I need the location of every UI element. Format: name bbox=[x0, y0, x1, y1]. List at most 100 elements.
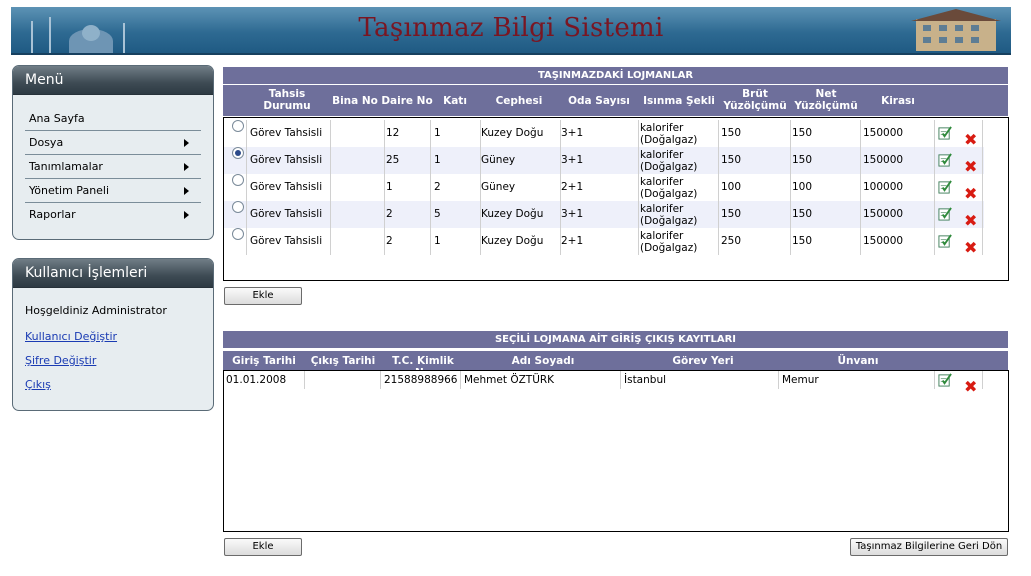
menu-item-yonetim-paneli[interactable]: Yönetim Paneli bbox=[25, 179, 201, 203]
record-row[interactable]: 01.01.2008 21588988966 Mehmet ÖZTÜRK İstanb… bbox=[224, 371, 984, 396]
row-select-radio[interactable] bbox=[232, 228, 244, 240]
cell-separator bbox=[330, 120, 331, 147]
row-select-radio[interactable] bbox=[232, 201, 244, 213]
edit-icon[interactable] bbox=[938, 180, 952, 194]
cell-separator bbox=[982, 174, 983, 201]
cell-separator bbox=[934, 120, 935, 147]
row-select-radio[interactable] bbox=[232, 174, 244, 186]
cell-separator bbox=[934, 147, 935, 174]
cell-ad: Mehmet ÖZTÜRK bbox=[464, 374, 555, 386]
cell-separator bbox=[790, 228, 791, 255]
delete-icon[interactable]: ✖ bbox=[964, 373, 977, 400]
cell-cephe: Kuzey Doğu bbox=[481, 208, 544, 220]
cell-isinma: kalorifer (Doğalgaz) bbox=[640, 149, 698, 173]
change-password-link[interactable]: Şifre Değiştir bbox=[25, 354, 201, 367]
cell-cephe: Güney bbox=[481, 154, 516, 166]
lodging-row[interactable]: Görev Tahsisli 1 2 Güney 2+1 kalorifer (Doğal… bbox=[224, 174, 984, 203]
cell-separator bbox=[430, 120, 431, 147]
cell-separator bbox=[982, 371, 983, 389]
row-select-radio[interactable] bbox=[232, 147, 244, 159]
cell-separator bbox=[384, 147, 385, 174]
cell-separator bbox=[790, 147, 791, 174]
cell-separator bbox=[718, 228, 719, 255]
lodgings-add-button[interactable]: Ekle bbox=[224, 287, 302, 305]
lodging-row[interactable]: Görev Tahsisli 2 1 Kuzey Doğu 2+1 kalorifer (… bbox=[224, 228, 984, 257]
menu-item-label: Ana Sayfa bbox=[29, 112, 85, 125]
cell-separator bbox=[860, 201, 861, 228]
cell-oda: 3+1 bbox=[561, 154, 584, 166]
col-tahsis: Tahsis Durumu bbox=[263, 88, 311, 112]
cell-isinma: kalorifer (Doğalgaz) bbox=[640, 176, 698, 200]
cell-separator bbox=[384, 201, 385, 228]
cell-separator bbox=[718, 120, 719, 147]
menu-item-raporlar[interactable]: Raporlar bbox=[25, 203, 201, 226]
col-cephe: Cephesi bbox=[495, 95, 543, 107]
col-bina: Bina No bbox=[332, 95, 378, 107]
cell-separator bbox=[304, 371, 305, 389]
col-kira: Kirası bbox=[881, 95, 915, 107]
menu-item-label: Raporlar bbox=[29, 208, 76, 221]
cell-separator bbox=[982, 147, 983, 174]
edit-icon[interactable] bbox=[938, 207, 952, 221]
col-giris: Giriş Tarihi bbox=[232, 355, 296, 367]
cell-separator bbox=[860, 120, 861, 147]
back-button[interactable]: Taşınmaz Bilgilerine Geri Dön bbox=[850, 538, 1008, 556]
cell-separator bbox=[638, 120, 639, 147]
user-box: Kullanıcı İşlemleri Hoşgeldiniz Administ… bbox=[12, 258, 214, 411]
cell-tahsis: Görev Tahsisli bbox=[250, 154, 323, 166]
edit-icon[interactable] bbox=[938, 373, 952, 387]
records-panel-title: SEÇİLİ LOJMANA AİT GİRİŞ ÇIKIŞ KAYITLARI bbox=[223, 331, 1008, 348]
cell-kira: 150000 bbox=[863, 154, 904, 166]
cell-cephe: Kuzey Doğu bbox=[481, 235, 544, 247]
cell-kat: 2 bbox=[434, 181, 441, 193]
cell-oda: 2+1 bbox=[561, 181, 584, 193]
lodging-row[interactable]: Görev Tahsisli 12 1 Kuzey Doğu 3+1 kalorifer … bbox=[224, 120, 984, 149]
delete-icon[interactable]: ✖ bbox=[964, 234, 977, 261]
col-brut: Brüt Yüzölçümü bbox=[723, 88, 787, 112]
col-cikis: Çıkış Tarihi bbox=[310, 355, 376, 367]
cell-daire: 2 bbox=[386, 235, 393, 247]
row-select-radio[interactable] bbox=[232, 120, 244, 132]
menu-item-dosya[interactable]: Dosya bbox=[25, 131, 201, 155]
cell-separator bbox=[860, 228, 861, 255]
cell-net: 150 bbox=[792, 127, 813, 139]
col-net: Net Yüzölçümü bbox=[794, 88, 858, 112]
cell-separator bbox=[638, 147, 639, 174]
cell-net: 150 bbox=[792, 208, 813, 220]
records-add-button[interactable]: Ekle bbox=[224, 538, 302, 556]
col-unvan: Ünvanı bbox=[837, 355, 879, 367]
menu-item-tanimlamalar[interactable]: Tanımlamalar bbox=[25, 155, 201, 179]
cell-separator bbox=[934, 174, 935, 201]
cell-separator bbox=[330, 228, 331, 255]
cell-tc: 21588988966 bbox=[384, 374, 458, 386]
cell-giris: 01.01.2008 bbox=[226, 374, 287, 386]
cell-unvan: Memur bbox=[782, 374, 819, 386]
cell-gorev: İstanbul bbox=[624, 374, 667, 386]
cell-separator bbox=[380, 371, 381, 389]
edit-icon[interactable] bbox=[938, 234, 952, 248]
change-user-link[interactable]: Kullanıcı Değiştir bbox=[25, 330, 201, 343]
lodging-row[interactable]: Görev Tahsisli 2 5 Kuzey Doğu 3+1 kalorifer (… bbox=[224, 201, 984, 230]
cell-separator bbox=[790, 174, 791, 201]
cell-tahsis: Görev Tahsisli bbox=[250, 235, 323, 247]
edit-icon[interactable] bbox=[938, 126, 952, 140]
cell-separator bbox=[638, 228, 639, 255]
cell-separator bbox=[430, 147, 431, 174]
menu-item-ana-sayfa[interactable]: Ana Sayfa bbox=[25, 107, 201, 131]
cell-kira: 150000 bbox=[863, 127, 904, 139]
cell-daire: 12 bbox=[386, 127, 400, 139]
submenu-arrow-icon bbox=[184, 211, 189, 219]
cell-separator bbox=[790, 120, 791, 147]
cell-brut: 150 bbox=[721, 127, 742, 139]
logout-link[interactable]: Çıkış bbox=[25, 378, 201, 391]
lodging-row[interactable]: Görev Tahsisli 25 1 Güney 3+1 kalorifer (Doğa… bbox=[224, 147, 984, 176]
cell-separator bbox=[638, 201, 639, 228]
cell-isinma: kalorifer (Doğalgaz) bbox=[640, 203, 698, 227]
edit-icon[interactable] bbox=[938, 153, 952, 167]
cell-net: 100 bbox=[792, 181, 813, 193]
cell-isinma: kalorifer (Doğalgaz) bbox=[640, 122, 698, 146]
cell-oda: 3+1 bbox=[561, 208, 584, 220]
cell-separator bbox=[934, 371, 935, 389]
cell-separator bbox=[430, 174, 431, 201]
col-ad: Adı Soyadı bbox=[511, 355, 575, 367]
